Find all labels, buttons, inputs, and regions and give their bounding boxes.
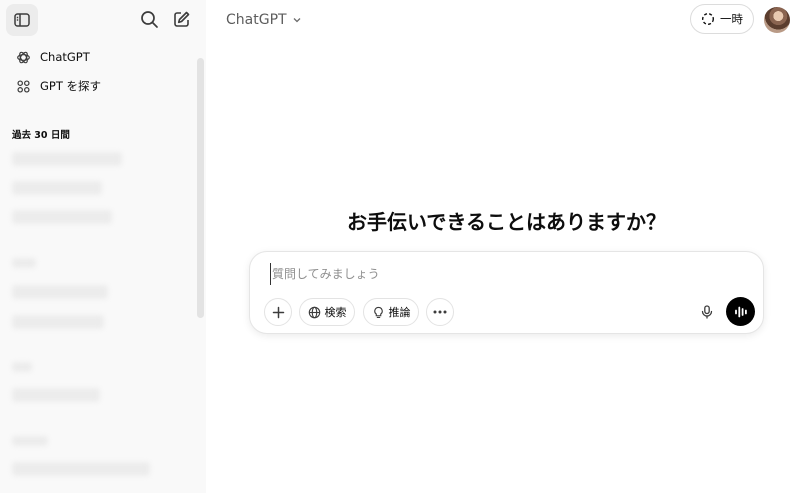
search-icon [140,10,158,28]
chevron-down-icon [292,15,302,25]
more-horizontal-icon [433,310,447,314]
temporary-chat-icon [701,12,715,26]
prompt-input[interactable] [270,263,740,285]
toggle-sidebar-button[interactable] [6,4,38,36]
sidebar: ChatGPT GPT を探す 過去 30 日間 [0,0,206,493]
history-group-title [12,436,48,446]
openai-logo-icon [12,46,34,68]
temporary-chat-button[interactable]: 一時 [690,4,754,34]
attach-button[interactable] [264,298,292,326]
reason-label: 推論 [388,306,411,319]
model-selector[interactable]: ChatGPT [218,6,310,34]
voice-waveform-icon [734,306,747,317]
chat-history-item[interactable] [12,462,150,476]
chat-history-item[interactable] [12,152,122,166]
sidebar-scrollbar[interactable] [197,58,204,318]
new-chat-icon [173,11,189,27]
web-search-label: 検索 [324,306,347,319]
sidebar-toggle-icon [14,13,30,27]
more-options-button[interactable] [426,298,454,326]
web-search-button[interactable]: 検索 [299,298,355,326]
reason-button[interactable]: 推論 [363,298,419,326]
sidebar-item-chatgpt[interactable]: ChatGPT [6,44,192,70]
message-composer: 検索 推論 [249,251,764,334]
history-group-title [12,362,32,372]
history-group-title [12,258,36,268]
sidebar-header [0,0,206,40]
search-chats-button[interactable] [136,6,162,32]
plus-icon [272,306,284,318]
chat-history-item[interactable] [12,181,102,195]
sidebar-item-explore-gpts[interactable]: GPT を探す [6,73,192,99]
new-chat-button[interactable] [168,6,194,32]
chat-history-item[interactable] [12,388,100,402]
user-avatar[interactable] [764,7,790,33]
voice-mode-button[interactable] [726,297,755,326]
chat-history-item[interactable] [12,315,104,329]
sidebar-item-label: GPT を探す [40,79,102,93]
globe-icon [308,306,320,318]
page-title: お手伝いできることはありますか？ [347,210,666,234]
microphone-icon [701,305,713,319]
sidebar-item-label: ChatGPT [40,50,90,64]
dictate-button[interactable] [693,298,721,326]
history-section-title: 過去 30 日間 [12,130,70,141]
chat-history-item[interactable] [12,210,112,224]
lightbulb-icon [373,306,383,318]
model-name: ChatGPT [226,12,287,28]
grid-icon [12,75,34,97]
temporary-chat-label: 一時 [720,12,743,26]
chat-history-item[interactable] [12,285,108,299]
